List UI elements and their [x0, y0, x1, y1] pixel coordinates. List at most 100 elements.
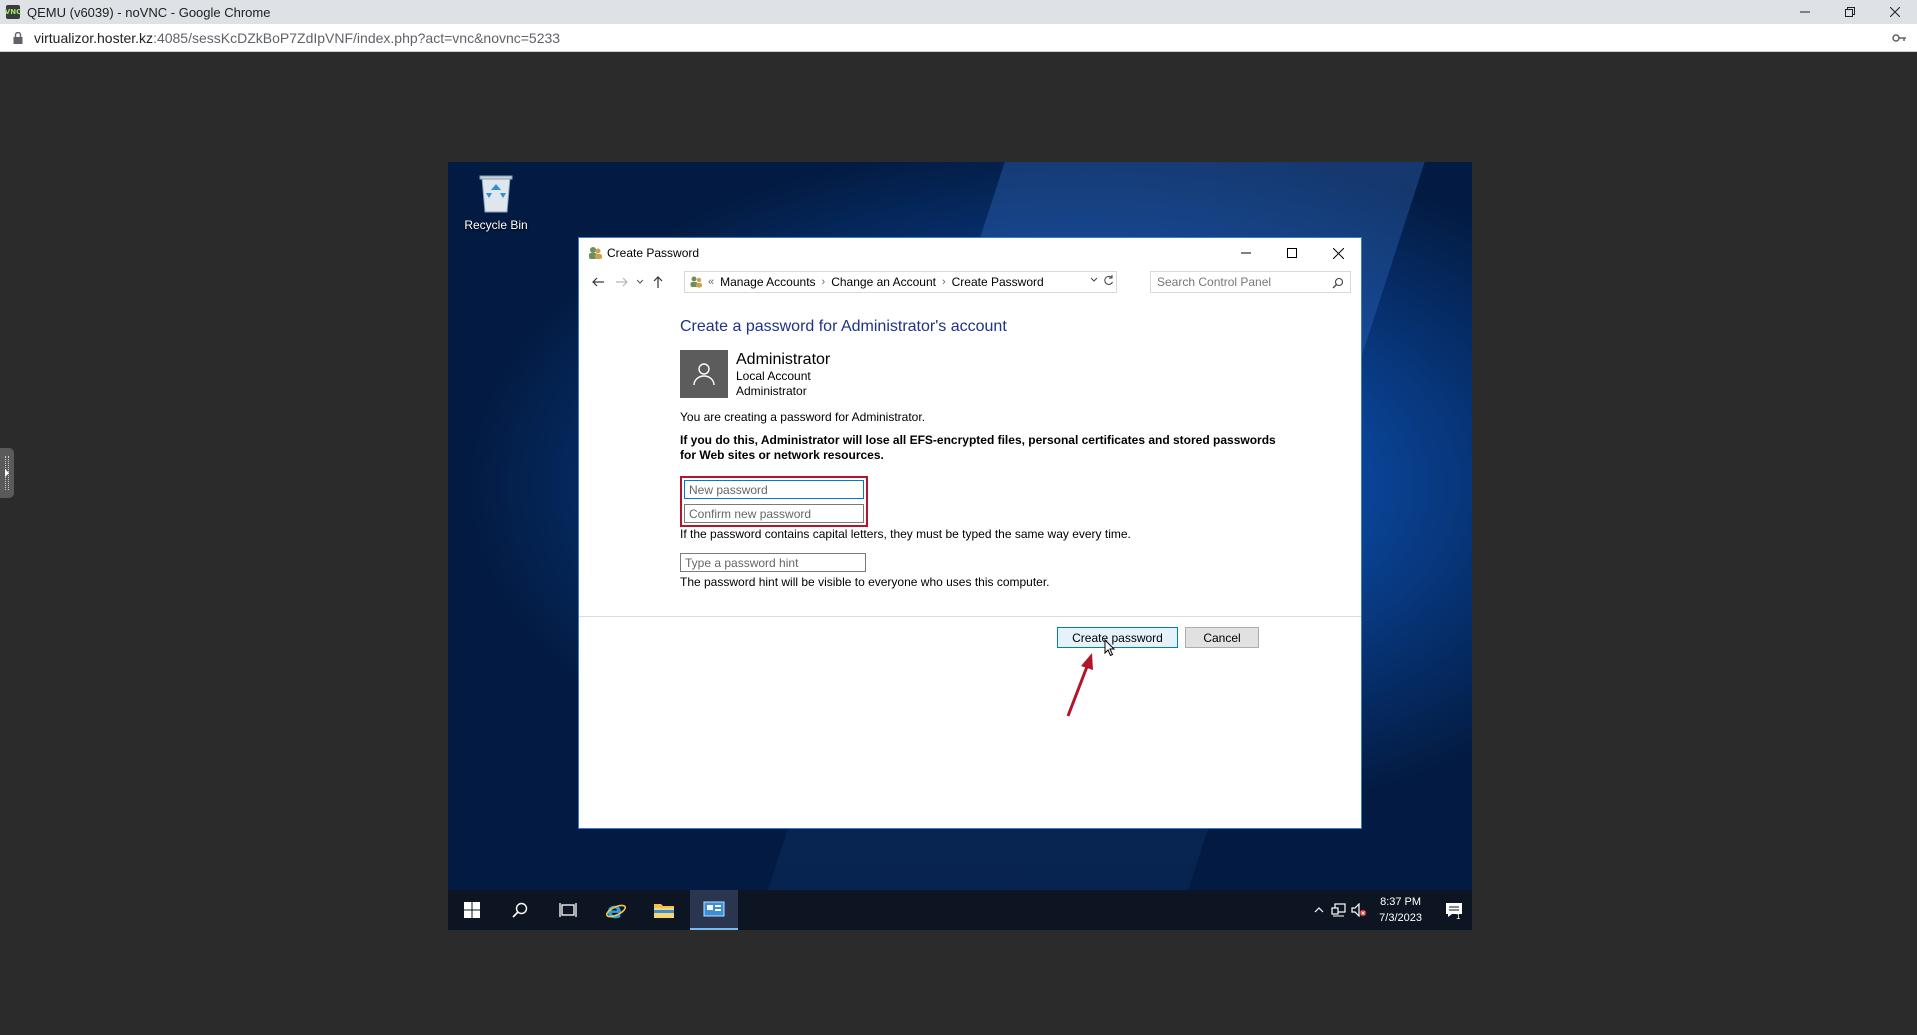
recycle-bin-icon	[476, 170, 516, 214]
navigation-bar: « Manage Accounts › Change an Account › …	[579, 268, 1361, 296]
window-close-button[interactable]	[1315, 238, 1361, 268]
address-breadcrumb[interactable]: « Manage Accounts › Change an Account › …	[684, 271, 1117, 293]
control-panel-icon	[703, 901, 725, 917]
avatar	[680, 350, 728, 398]
volume-button[interactable]	[1349, 890, 1369, 930]
create-password-content: Create a password for Administrator's ac…	[680, 318, 1300, 589]
hint-visibility-note: The password hint will be visible to eve…	[680, 575, 1050, 589]
window-minimize-button[interactable]	[1223, 238, 1269, 268]
efs-warning-line-1: If you do this, Administrator will lose …	[680, 433, 1276, 447]
show-hidden-icons-button[interactable]	[1309, 890, 1329, 930]
breadcrumb-change-account[interactable]: Change an Account	[831, 275, 936, 289]
internet-explorer-icon: e	[605, 899, 627, 921]
url-host: virtualizor.hoster.kz	[34, 29, 154, 46]
file-explorer-button[interactable]	[640, 890, 688, 930]
create-password-button[interactable]: Create password	[1057, 627, 1178, 648]
control-panel-users-icon	[689, 275, 703, 289]
taskbar: e 8:37 PM 7/3/2023 1	[448, 890, 1472, 930]
search-icon[interactable]	[1332, 276, 1344, 289]
forward-arrow-icon	[616, 277, 628, 287]
password-hint-field[interactable]	[680, 553, 866, 572]
network-icon	[1331, 903, 1346, 917]
efs-warning-line-2: for Web sites or network resources.	[680, 448, 884, 462]
capital-letters-note: If the password contains capital letters…	[680, 527, 1131, 541]
browser-window-title: QEMU (v6039) - noVNC - Google Chrome	[27, 4, 271, 20]
divider	[579, 616, 1361, 617]
new-password-field[interactable]	[684, 480, 864, 499]
folder-icon	[654, 904, 674, 918]
browser-restore-button[interactable]	[1827, 0, 1872, 24]
lock-icon	[12, 31, 24, 45]
search-input[interactable]	[1157, 275, 1327, 289]
key-icon[interactable]	[1891, 30, 1907, 46]
control-panel-taskbar-button[interactable]	[690, 890, 738, 930]
account-role: Administrator	[736, 384, 807, 398]
windows-logo-icon	[464, 902, 480, 918]
confirm-password-field[interactable]	[684, 504, 864, 523]
minimize-icon	[1241, 252, 1251, 254]
window-title-bar[interactable]: Create Password	[579, 238, 1361, 268]
url-path: :4085/sessKcDZkBoP7ZdIpVNF/index.php?act…	[153, 29, 561, 46]
task-view-icon	[559, 903, 577, 917]
account-type: Local Account	[736, 369, 811, 383]
mouse-cursor-icon	[1104, 639, 1116, 657]
refresh-icon[interactable]	[1103, 275, 1114, 289]
window-title: Create Password	[607, 246, 700, 260]
info-message: You are creating a password for Administ…	[680, 410, 926, 424]
browser-address-bar[interactable]: virtualizor.hoster.kz:4085/sessKcDZkBoP7…	[0, 24, 1917, 52]
restore-icon	[1844, 7, 1855, 17]
system-tray: 8:37 PM 7/3/2023 1	[1309, 890, 1472, 930]
breadcrumb-separator-icon[interactable]: ›	[942, 276, 946, 288]
recycle-bin[interactable]: Recycle Bin	[456, 170, 536, 240]
forward-button[interactable]	[611, 271, 633, 293]
back-arrow-icon	[592, 277, 604, 287]
breadcrumb-create-password[interactable]: Create Password	[952, 275, 1044, 289]
close-icon	[1889, 7, 1900, 17]
task-view-button[interactable]	[544, 890, 592, 930]
network-button[interactable]	[1329, 890, 1349, 930]
search-control-panel[interactable]	[1150, 271, 1351, 293]
window-maximize-button[interactable]	[1269, 238, 1315, 268]
expand-arrow-icon	[5, 469, 9, 477]
back-button[interactable]	[587, 271, 609, 293]
taskbar-clock[interactable]: 8:37 PM 7/3/2023	[1379, 894, 1422, 926]
browser-title-bar: VNC QEMU (v6039) - noVNC - Google Chrome	[0, 0, 1917, 24]
internet-explorer-button[interactable]: e	[592, 890, 640, 930]
url-text[interactable]: virtualizor.hoster.kz:4085/sessKcDZkBoP7…	[34, 30, 560, 46]
cancel-button[interactable]: Cancel	[1185, 627, 1259, 648]
remote-desktop[interactable]: Recycle Bin Create Password « Manage Acc…	[448, 162, 1472, 930]
chevron-up-icon	[1314, 907, 1324, 913]
user-icon	[693, 363, 715, 386]
vnc-favicon-icon: VNC	[5, 5, 21, 19]
up-arrow-icon	[653, 276, 663, 288]
recycle-bin-label: Recycle Bin	[464, 218, 528, 232]
control-panel-users-icon	[587, 245, 603, 261]
clock-time: 8:37 PM	[1380, 896, 1422, 908]
recent-locations-button[interactable]	[633, 271, 647, 293]
password-fields-highlight	[680, 476, 868, 527]
breadcrumb-separator-icon[interactable]: ›	[822, 276, 826, 288]
breadcrumb-manage-accounts[interactable]: Manage Accounts	[720, 275, 815, 289]
chevron-down-icon	[636, 279, 644, 284]
breadcrumb-overflow[interactable]: «	[708, 276, 714, 288]
account-summary: Administrator Local Account Administrato…	[680, 350, 1300, 399]
address-dropdown-icon[interactable]	[1090, 275, 1098, 286]
action-center-button[interactable]: 1	[1436, 890, 1472, 930]
clock-date: 7/3/2023	[1379, 912, 1422, 924]
novnc-control-bar-handle[interactable]	[0, 448, 14, 498]
annotation-arrow-icon	[1066, 653, 1093, 717]
browser-close-button[interactable]	[1872, 0, 1917, 24]
close-icon	[1332, 247, 1344, 259]
start-button[interactable]	[448, 890, 496, 930]
notification-count: 1	[1456, 912, 1461, 921]
search-icon	[512, 902, 528, 918]
page-title: Create a password for Administrator's ac…	[680, 318, 1007, 335]
efs-warning: If you do this, Administrator will lose …	[680, 433, 1300, 463]
browser-minimize-button[interactable]	[1782, 0, 1827, 24]
taskbar-search-button[interactable]	[496, 890, 544, 930]
account-name: Administrator	[736, 351, 831, 368]
volume-muted-icon	[1351, 903, 1367, 917]
create-password-window: Create Password « Manage Accounts › Chan…	[578, 237, 1362, 829]
maximize-icon	[1287, 248, 1297, 258]
up-button[interactable]	[647, 271, 669, 293]
